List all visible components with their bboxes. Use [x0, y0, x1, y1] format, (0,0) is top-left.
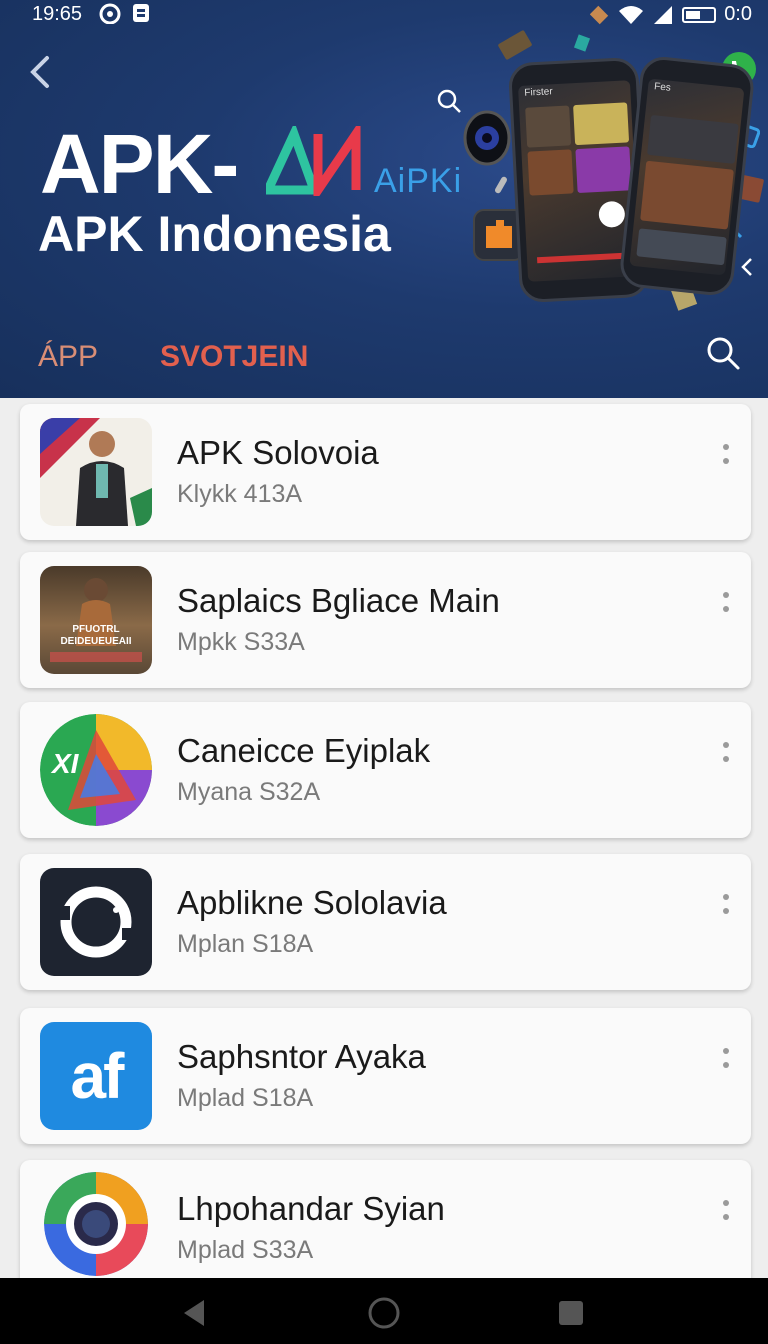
more-dot	[723, 444, 729, 450]
app-name: Apblikne Sololavia	[177, 884, 447, 921]
af-logo-icon: af	[40, 1022, 152, 1130]
poster-photo-icon: PFUOTRL DEIDEUEUEAII	[40, 566, 152, 674]
ring-logo-icon	[40, 868, 152, 976]
app-icon-image	[44, 1172, 148, 1276]
app-meta: Mplad S18A	[177, 1084, 314, 1112]
signal-icon	[590, 5, 609, 24]
back-button[interactable]	[22, 52, 58, 96]
more-dot	[723, 742, 729, 748]
camera-lens-icon	[463, 110, 511, 166]
app-name: Saphsntor Ayaka	[177, 1038, 426, 1075]
nav-home-button[interactable]	[367, 1296, 401, 1330]
circle-home-icon	[368, 1297, 400, 1329]
list-item[interactable]: APK Solovoia Klykk 413A	[20, 404, 751, 540]
list-item[interactable]: PFUOTRL DEIDEUEUEAII Saplaics Bgliace Ma…	[20, 552, 751, 688]
brand-tagline: AiPKi	[374, 162, 463, 200]
list-item[interactable]: Lhpohandar Syian Mplad S33A	[20, 1160, 751, 1278]
app-name: Caneicce Eyiplak	[177, 732, 431, 769]
app-meta: Mplad S33A	[177, 1236, 314, 1264]
chevron-left-small-icon	[741, 258, 752, 276]
nav-back-button[interactable]	[178, 1296, 212, 1330]
screen-tile	[640, 160, 734, 230]
more-dot	[723, 458, 729, 464]
more-options-button[interactable]	[714, 440, 738, 480]
play-button-icon	[598, 200, 626, 228]
screen-tile	[575, 146, 632, 194]
wifi-icon	[619, 5, 644, 24]
phone-screen: Fes	[629, 78, 745, 276]
more-dot	[723, 894, 729, 900]
search-icon	[707, 337, 740, 370]
nav-recents-button[interactable]	[554, 1296, 588, 1330]
app-icon-image	[54, 886, 138, 958]
more-options-button[interactable]	[714, 588, 738, 628]
more-dot	[723, 1062, 729, 1068]
more-options-button[interactable]	[714, 738, 738, 778]
pen-icon	[493, 175, 509, 195]
more-options-button[interactable]	[714, 1196, 738, 1236]
app-icon-text: PFUOTRL DEIDEUEUEAII	[60, 624, 132, 647]
status-right-text: 0:0	[724, 3, 752, 25]
notification-icon	[133, 4, 149, 22]
status-time: 19:65	[32, 3, 83, 25]
chevron-left-icon	[30, 56, 49, 88]
progress-line	[536, 252, 628, 264]
screen-tile	[636, 228, 727, 266]
app-list: APK Solovoia Klykk 413A PFUOTRL DEIDEUEU…	[0, 398, 768, 1278]
hotspot-icon	[99, 3, 121, 24]
search-button[interactable]	[702, 332, 746, 376]
gem-icon	[573, 34, 591, 52]
list-item[interactable]: af Saphsntor Ayaka Mplad S18A	[20, 1008, 751, 1144]
more-dot	[723, 908, 729, 914]
app-meta: Klykk 413A	[177, 480, 303, 508]
more-dot	[723, 1214, 729, 1220]
tab-app[interactable]: ÁPP	[38, 340, 98, 374]
app-icon-image	[40, 418, 152, 526]
app-meta: Mpkk S33A	[177, 628, 305, 656]
brand-logo-icon	[266, 126, 361, 196]
screen-tile	[573, 102, 630, 146]
brand-title: APK-	[40, 117, 239, 211]
list-item[interactable]: XI Caneicce Eyiplak Myana S32A	[20, 702, 751, 838]
app-name: APK Solovoia	[177, 434, 379, 471]
status-right-group: 0:0	[590, 3, 752, 26]
cell-icon	[654, 5, 673, 24]
list-item[interactable]: Apblikne Sololavia Mplan S18A	[20, 854, 751, 990]
person-photo-icon	[40, 418, 152, 526]
triangle-back-icon	[184, 1300, 204, 1326]
more-options-button[interactable]	[714, 890, 738, 930]
phone-screen-label: Firster	[524, 86, 553, 99]
tab-svotjein[interactable]: SVOTJEIN	[160, 340, 308, 374]
app-name: Saplaics Bgliace Main	[177, 582, 500, 619]
phone-screen-label: Fes	[653, 81, 672, 94]
more-options-button[interactable]	[714, 1044, 738, 1084]
more-dot	[723, 756, 729, 762]
decorative-search-icon	[437, 89, 461, 113]
app-meta: Mplan S18A	[177, 930, 314, 958]
system-nav-bar	[0, 1278, 768, 1344]
square-recents-icon	[559, 1301, 583, 1325]
status-left-icons	[98, 2, 150, 24]
more-dot	[723, 1048, 729, 1054]
battery-icon	[682, 6, 717, 23]
triangle-logo-icon: XI	[40, 714, 152, 826]
phone-mockup-back: Fes	[618, 54, 756, 298]
screen-tile	[647, 114, 739, 164]
more-dot	[723, 606, 729, 612]
status-bar: 19:65 0:0	[0, 0, 768, 30]
app-icon-text: af	[70, 1040, 125, 1112]
app-icon-text: XI	[52, 748, 79, 779]
screen-tile	[527, 149, 574, 196]
app-name: Lhpohandar Syian	[177, 1190, 445, 1227]
app-icon-image	[50, 578, 142, 662]
color-ring-logo-icon	[44, 1172, 148, 1276]
brand-subtitle: APK Indonesia	[38, 206, 391, 262]
more-dot	[723, 1200, 729, 1206]
app-meta: Myana S32A	[177, 778, 321, 806]
more-dot	[723, 592, 729, 598]
app-header: 19:65 0:0 APK- AiPKi APK Indonesia First…	[0, 0, 768, 398]
film-strip-icon	[497, 29, 533, 61]
screen-tile	[525, 105, 572, 148]
